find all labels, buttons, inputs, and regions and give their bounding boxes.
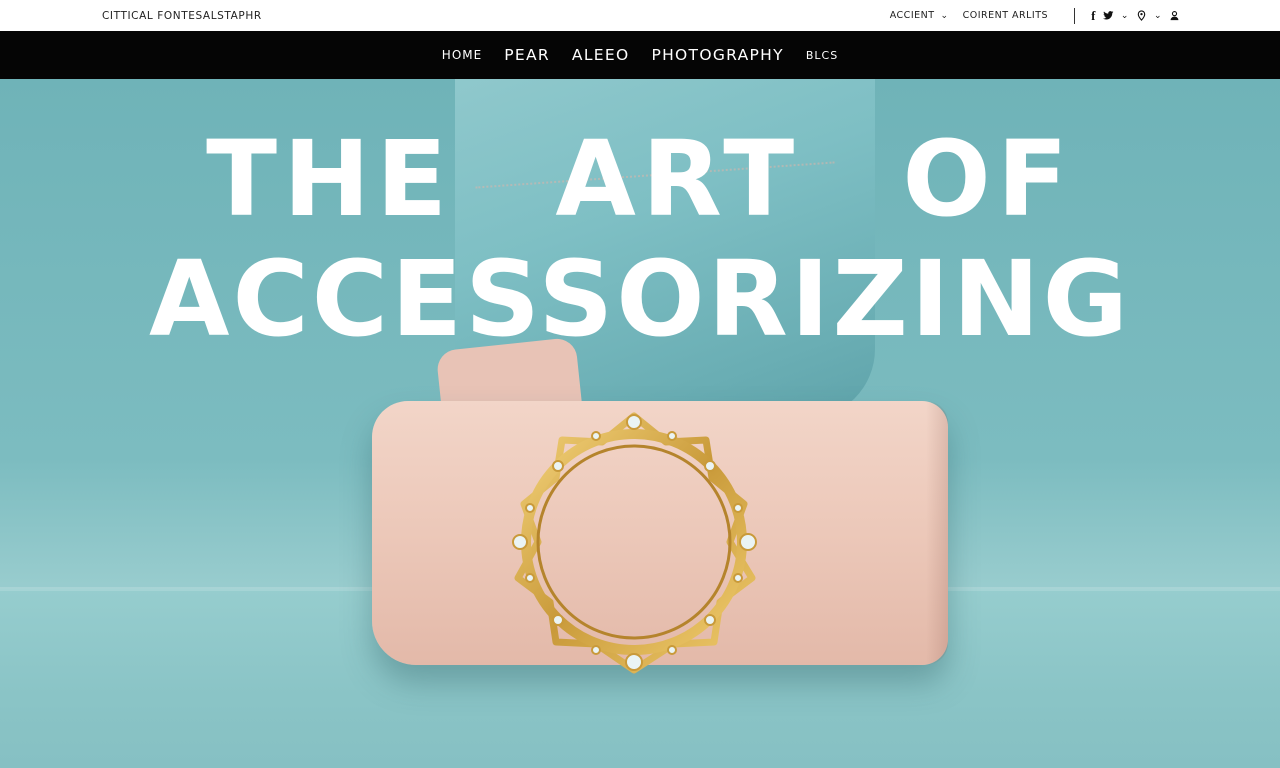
nav-blogs[interactable]: BLCS [806,49,838,62]
social-icons: f ⌄ ⌄ [1091,8,1180,24]
hero-title-line2: ACCESSORIZING [148,238,1131,360]
nav-home[interactable]: HOME [442,48,482,62]
chevron-down-icon[interactable]: ⌄ [1121,11,1129,21]
content-link-label: COIRENT ARLITS [962,10,1049,21]
facebook-icon[interactable]: f [1091,8,1096,24]
top-utility-bar: CITTICAL FONTESALSTAPHR ACCIENT ⌄ COIREN… [0,0,1280,31]
account-link-label: ACCIENT [889,10,935,21]
nav-pear[interactable]: PEAR [504,46,550,64]
nav-photography[interactable]: PHOTOGRAPHY [651,46,783,64]
account-link[interactable]: ACCIENT ⌄ [890,10,949,21]
user-icon[interactable] [1169,10,1180,21]
divider [1074,7,1076,24]
chevron-down-icon: ⌄ [940,10,949,21]
chevron-down-icon[interactable]: ⌄ [1154,11,1162,21]
location-pin-icon[interactable] [1136,10,1147,21]
main-nav: HOME PEAR ALEEO PHOTOGRAPHY BLCS [0,31,1280,79]
twitter-icon[interactable] [1102,10,1114,21]
site-brand[interactable]: CITTICAL FONTESALSTAPHR [102,10,262,22]
top-right-links: ACCIENT ⌄ COIRENT ARLITS f ⌄ ⌄ [890,7,1180,24]
hero-banner: THE ART OF ACCESSORIZING [0,79,1280,768]
hero-bangle-image [512,412,757,674]
content-link[interactable]: COIRENT ARLITS [963,10,1048,21]
hero-title-line1: THE ART OF [206,118,1074,240]
nav-aleeo[interactable]: ALEEO [572,46,630,64]
